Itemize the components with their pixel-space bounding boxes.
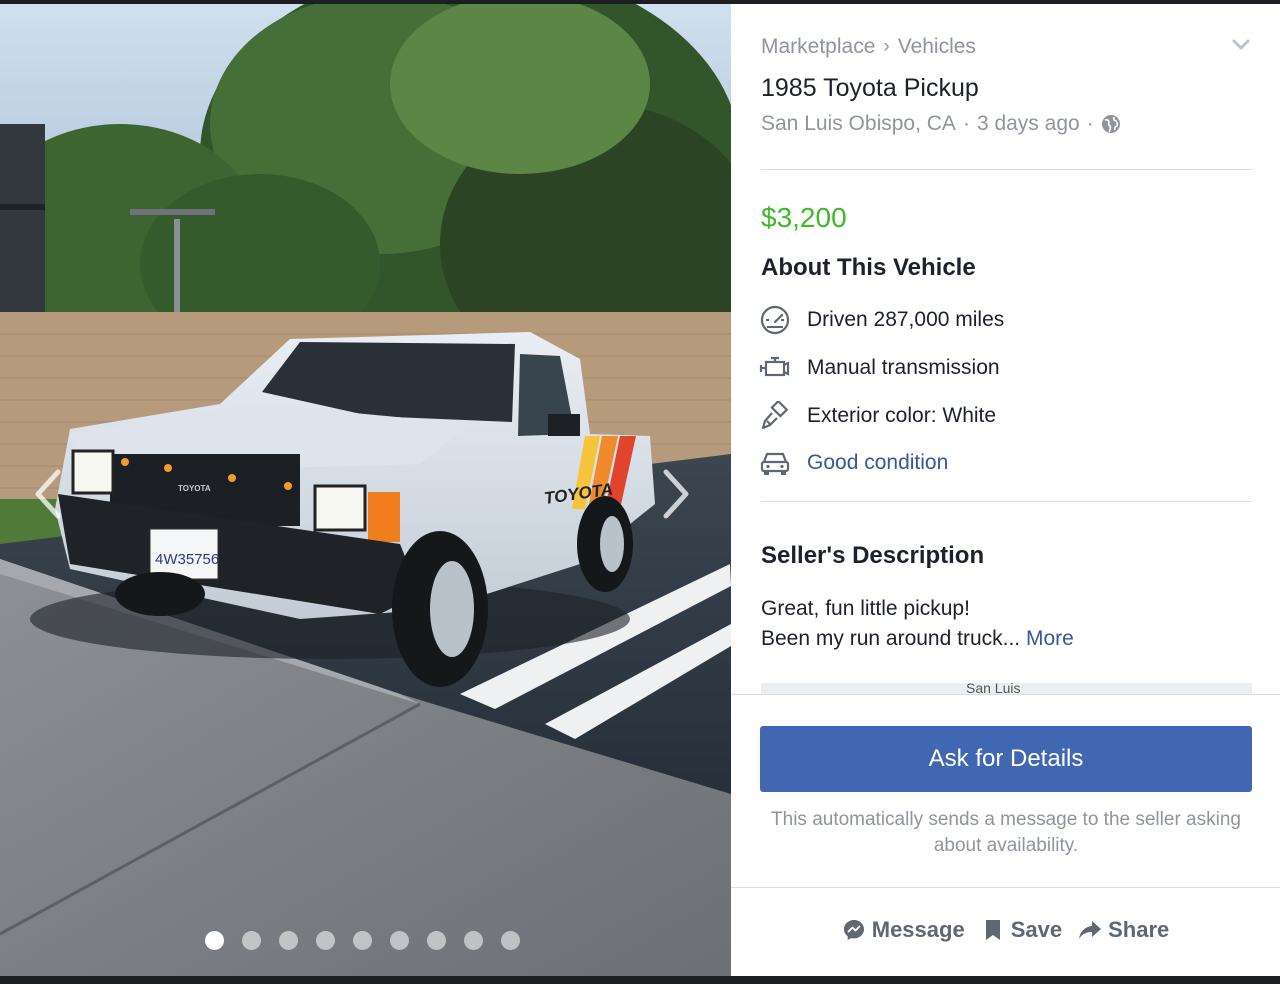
feature-mileage: Driven 287,000 miles — [759, 305, 1004, 335]
listing-photo-viewer: TOYOTA TOYOTA 4W35756 — [0, 4, 731, 976]
seller-description-heading: Seller's Description — [761, 542, 985, 569]
chevron-down-icon[interactable] — [1231, 38, 1251, 52]
meta-separator: · — [1086, 112, 1094, 135]
breadcrumb-separator: › — [883, 36, 890, 57]
seller-description-line-1: Great, fun little pickup! — [761, 597, 970, 620]
photo-dot[interactable] — [279, 931, 298, 950]
feature-transmission: Manual transmission — [759, 353, 1000, 383]
car-icon — [760, 452, 790, 475]
seller-description: Great, fun little pickup! Been my run ar… — [761, 594, 1074, 654]
listing-price: $3,200 — [761, 202, 847, 233]
messenger-icon — [843, 920, 864, 940]
breadcrumb-vehicles[interactable]: Vehicles — [898, 35, 976, 59]
listing-details-panel: Marketplace › Vehicles 1985 Toyota Picku… — [731, 4, 1280, 976]
license-plate-text: 4W35756 — [155, 551, 219, 568]
feature-mileage-text: Driven 287,000 miles — [807, 308, 1005, 331]
engine-icon — [759, 356, 790, 377]
breadcrumb-marketplace[interactable]: Marketplace — [761, 35, 875, 59]
next-photo-button[interactable] — [658, 466, 694, 522]
photo-dot[interactable] — [501, 931, 520, 950]
listing-actions: Message Save Share — [731, 917, 1280, 943]
bookmark-icon — [985, 920, 1000, 940]
feature-color: Exterior color: White — [759, 401, 996, 431]
meta-separator: · — [962, 112, 970, 135]
map-place-label: San Luis — [966, 683, 1021, 694]
listing-posted-time: 3 days ago — [976, 112, 1080, 135]
photo-dot[interactable] — [464, 931, 483, 950]
previous-photo-button[interactable] — [30, 466, 66, 522]
feature-transmission-text: Manual transmission — [807, 356, 1000, 379]
photo-dot[interactable] — [427, 931, 446, 950]
photo-dot[interactable] — [205, 931, 224, 950]
share-arrow-icon — [1079, 921, 1102, 939]
photo-dot[interactable] — [316, 931, 335, 950]
ask-for-details-hint: This automatically sends a message to th… — [771, 809, 1241, 856]
ask-for-details-button[interactable]: Ask for Details — [760, 726, 1252, 792]
divider — [761, 169, 1252, 170]
message-label: Message — [871, 917, 965, 942]
share-button[interactable]: Share — [1078, 917, 1169, 943]
photo-dot[interactable] — [390, 931, 409, 950]
listing-title: 1985 Toyota Pickup — [761, 74, 979, 102]
photo-dot[interactable] — [242, 931, 261, 950]
listing-details-scroll[interactable]: Marketplace › Vehicles 1985 Toyota Picku… — [731, 4, 1280, 694]
chevron-left-icon — [35, 469, 61, 519]
feature-condition-link[interactable]: Good condition — [807, 451, 948, 475]
about-heading: About This Vehicle — [761, 254, 976, 281]
feature-color-text: Exterior color: White — [807, 404, 997, 427]
listing-meta: San Luis Obispo, CA · 3 days ago · — [761, 112, 1121, 136]
feature-condition: Good condition — [759, 448, 948, 478]
breadcrumb: Marketplace › Vehicles — [761, 35, 976, 59]
paintbrush-icon — [761, 401, 789, 430]
more-link[interactable]: More — [1026, 627, 1074, 650]
marketplace-listing-modal: TOYOTA TOYOTA 4W35756 Marketplace › Vehi… — [0, 4, 1280, 976]
chevron-right-icon — [663, 469, 689, 519]
truck-brand-grille-text: TOYOTA — [178, 484, 211, 493]
divider — [761, 501, 1252, 502]
speedometer-icon — [760, 305, 790, 335]
location-map[interactable]: San Luis — [761, 683, 1252, 694]
listing-photo: TOYOTA TOYOTA 4W35756 — [0, 4, 731, 976]
seller-description-line-2: Been my run around truck... — [761, 627, 1021, 650]
save-label: Save — [1010, 917, 1063, 942]
message-button[interactable]: Message — [842, 917, 965, 943]
divider — [731, 887, 1280, 888]
globe-icon — [1101, 115, 1120, 133]
photo-dot[interactable] — [353, 931, 372, 950]
share-label: Share — [1108, 917, 1170, 942]
listing-location[interactable]: San Luis Obispo, CA — [761, 112, 956, 136]
listing-action-bar: Ask for Details This automatically sends… — [731, 694, 1280, 976]
save-button[interactable]: Save — [981, 917, 1062, 943]
photo-pagination — [205, 931, 520, 950]
